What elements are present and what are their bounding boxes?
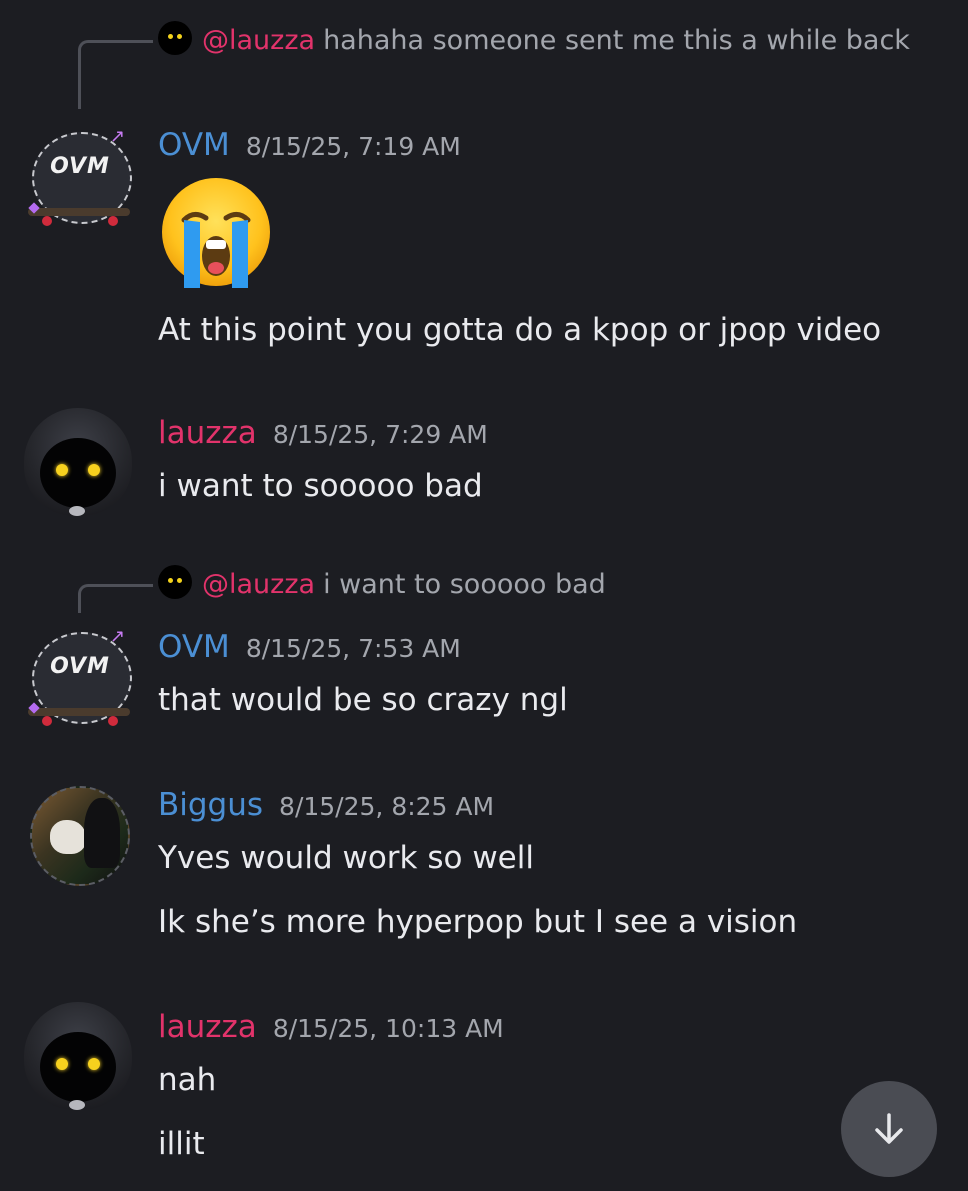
message-header: lauzza 8/15/25, 10:13 AM <box>158 1008 504 1048</box>
reply-preview[interactable]: @lauzza i want to sooooo bad <box>158 564 928 606</box>
skateboard-wheel <box>42 216 52 226</box>
reply-text: i want to sooooo bad <box>323 569 606 600</box>
reply-mention[interactable]: @lauzza <box>202 569 315 600</box>
reply-text: hahaha someone sent me this a while back <box>323 25 910 56</box>
avatar-face <box>40 1032 116 1102</box>
timestamp: 8/15/25, 7:29 AM <box>272 420 488 449</box>
reply-connector <box>78 40 153 109</box>
timestamp: 8/15/25, 7:19 AM <box>245 132 461 161</box>
avatar-eye <box>88 1058 100 1070</box>
username[interactable]: lauzza <box>158 1009 257 1045</box>
ovm-logo: OVM <box>50 654 110 679</box>
message-header: OVM 8/15/25, 7:19 AM <box>158 126 461 166</box>
avatar-eye <box>56 464 68 476</box>
avatar-lauzza[interactable] <box>24 1002 132 1110</box>
message-header: lauzza 8/15/25, 7:29 AM <box>158 414 488 454</box>
skateboard-decoration <box>28 708 130 716</box>
username[interactable]: OVM <box>158 629 230 665</box>
avatar-biggus[interactable] <box>24 782 132 890</box>
photo-avatar <box>30 786 130 886</box>
chat-message-list: @lauzza hahaha someone sent me this a whi… <box>0 0 968 1191</box>
reply-avatar <box>158 21 192 55</box>
avatar-ovm[interactable]: OVM ↗ <box>24 624 132 732</box>
message-text: At this point you gotta do a kpop or jpo… <box>158 312 882 348</box>
dog-in-photo <box>50 820 86 854</box>
message-text: nah <box>158 1062 217 1098</box>
skateboard-wheel <box>108 716 118 726</box>
sparkle-arrow-icon: ↗ <box>110 126 126 147</box>
avatar-face <box>40 438 116 508</box>
message-text: that would be so crazy ngl <box>158 682 568 718</box>
sparkle-arrow-icon: ↗ <box>110 626 126 647</box>
avatar-badge <box>69 506 85 516</box>
reply-avatar <box>158 565 192 599</box>
arrow-down-icon <box>875 1113 903 1144</box>
avatar-lauzza[interactable] <box>24 408 132 516</box>
reply-connector <box>78 584 153 613</box>
timestamp: 8/15/25, 10:13 AM <box>272 1014 504 1043</box>
skateboard-decoration <box>28 208 130 216</box>
message-text: Ik she’s more hyperpop but I see a visio… <box>158 904 798 940</box>
loudly-crying-face-icon <box>162 178 270 288</box>
avatar-eye <box>56 1058 68 1070</box>
ovm-logo: OVM <box>50 154 110 179</box>
avatar-eye <box>88 464 100 476</box>
message-text: Yves would work so well <box>158 840 534 876</box>
jump-to-bottom-button[interactable] <box>841 1081 937 1177</box>
username[interactable]: lauzza <box>158 415 257 451</box>
skateboard-wheel <box>42 716 52 726</box>
person-in-photo <box>84 798 120 868</box>
username[interactable]: Biggus <box>158 787 263 823</box>
avatar-badge <box>69 1100 85 1110</box>
username[interactable]: OVM <box>158 127 230 163</box>
message-header: OVM 8/15/25, 7:53 AM <box>158 628 461 668</box>
message-text: illit <box>158 1126 205 1162</box>
timestamp: 8/15/25, 7:53 AM <box>245 634 461 663</box>
skateboard-wheel <box>108 216 118 226</box>
reply-mention[interactable]: @lauzza <box>202 25 315 56</box>
message-text: i want to sooooo bad <box>158 468 483 504</box>
timestamp: 8/15/25, 8:25 AM <box>279 792 495 821</box>
avatar-ovm[interactable]: OVM ↗ <box>24 124 132 232</box>
message-header: Biggus 8/15/25, 8:25 AM <box>158 786 494 826</box>
reply-preview[interactable]: @lauzza hahaha someone sent me this a whi… <box>158 20 928 62</box>
